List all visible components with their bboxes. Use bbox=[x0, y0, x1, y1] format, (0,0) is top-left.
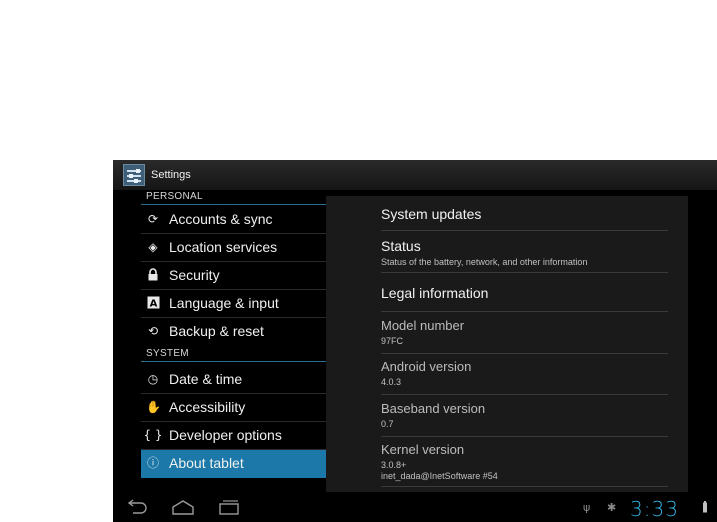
section-divider bbox=[141, 204, 326, 205]
about-item-legal-information[interactable]: Legal information bbox=[381, 285, 668, 301]
lock-icon bbox=[146, 268, 160, 282]
sidebar-item-label: Developer options bbox=[169, 427, 282, 443]
item-subtitle: Status of the battery, network, and othe… bbox=[381, 257, 588, 267]
section-personal: PERSONAL bbox=[146, 191, 203, 202]
section-divider bbox=[141, 361, 326, 362]
item-value: 4.0.3 bbox=[381, 377, 402, 387]
about-item-status[interactable]: Status Status of the battery, network, a… bbox=[381, 238, 668, 268]
recent-apps-icon[interactable] bbox=[218, 499, 240, 515]
back-icon[interactable] bbox=[125, 499, 149, 515]
item-value-line2: inet_dada@InetSoftware #54 bbox=[381, 471, 498, 481]
clock[interactable]: 3:33 bbox=[630, 497, 679, 521]
sidebar-item-label: Language & input bbox=[169, 295, 279, 311]
divider bbox=[381, 394, 668, 395]
divider bbox=[381, 272, 668, 273]
sidebar-item-label: Backup & reset bbox=[169, 323, 264, 339]
about-tablet-panel: System updates Status Status of the batt… bbox=[326, 196, 688, 492]
battery-icon bbox=[703, 501, 707, 513]
sidebar-item-backup-reset[interactable]: ⟲ Backup & reset bbox=[141, 318, 326, 346]
info-icon: ⓘ bbox=[146, 456, 159, 470]
sidebar-item-label: Security bbox=[169, 267, 220, 283]
sidebar-item-accessibility[interactable]: ✋ Accessibility bbox=[141, 394, 326, 422]
about-item-android-version: Android version 4.0.3 bbox=[381, 359, 668, 388]
usb-icon: ψ bbox=[583, 501, 591, 514]
item-value: 0.7 bbox=[381, 419, 394, 429]
item-title: System updates bbox=[381, 206, 482, 222]
sidebar-item-language-input[interactable]: A Language & input bbox=[141, 290, 326, 318]
about-item-kernel-version: Kernel version 3.0.8+ inet_dada@InetSoft… bbox=[381, 442, 668, 482]
sidebar-item-label: About tablet bbox=[169, 455, 244, 471]
location-icon: ◈ bbox=[148, 240, 158, 254]
section-system: SYSTEM bbox=[146, 348, 189, 359]
keyboard-icon: A bbox=[146, 296, 160, 310]
item-title: Model number bbox=[381, 318, 465, 333]
app-title: Settings bbox=[151, 169, 191, 181]
item-title: Legal information bbox=[381, 285, 489, 301]
sidebar-item-about-tablet[interactable]: ⓘ About tablet bbox=[141, 450, 326, 478]
tablet-screen: Settings PERSONAL ⟳ Accounts & sync ◈ Lo… bbox=[113, 160, 717, 522]
system-bar: ψ ✱ 3:33 bbox=[113, 492, 717, 522]
hand-icon: ✋ bbox=[146, 400, 161, 414]
sidebar-item-location-services[interactable]: ◈ Location services bbox=[141, 234, 326, 262]
about-item-model-number: Model number 97FC bbox=[381, 318, 668, 347]
item-value: 3.0.8+ bbox=[381, 460, 407, 470]
home-icon[interactable] bbox=[171, 499, 195, 515]
action-bar: Settings bbox=[113, 160, 717, 190]
sidebar-item-accounts-sync[interactable]: ⟳ Accounts & sync bbox=[141, 206, 326, 234]
item-title: Kernel version bbox=[381, 442, 465, 457]
about-item-baseband-version: Baseband version 0.7 bbox=[381, 401, 668, 430]
sidebar-item-date-time[interactable]: ◷ Date & time bbox=[141, 366, 326, 394]
item-title: Baseband version bbox=[381, 401, 486, 416]
sidebar-item-security[interactable]: Security bbox=[141, 262, 326, 290]
settings-sidebar: PERSONAL ⟳ Accounts & sync ◈ Location se… bbox=[113, 190, 326, 492]
item-title: Status bbox=[381, 238, 421, 254]
sidebar-item-label: Accessibility bbox=[169, 399, 246, 415]
sidebar-item-label: Accounts & sync bbox=[169, 211, 273, 227]
divider bbox=[381, 311, 668, 312]
divider bbox=[381, 353, 668, 354]
android-debug-icon: ✱ bbox=[607, 501, 617, 514]
backup-icon: ⟲ bbox=[147, 324, 159, 338]
sync-icon: ⟳ bbox=[147, 212, 159, 226]
sidebar-item-label: Date & time bbox=[169, 371, 243, 387]
item-title: Android version bbox=[381, 359, 472, 374]
braces-icon: { } bbox=[143, 428, 163, 442]
svg-text:A: A bbox=[149, 299, 157, 310]
sidebar-item-developer-options[interactable]: { } Developer options bbox=[141, 422, 326, 450]
clock-icon: ◷ bbox=[147, 372, 159, 386]
about-item-system-updates[interactable]: System updates bbox=[381, 206, 668, 222]
divider bbox=[381, 436, 668, 437]
divider bbox=[381, 486, 668, 487]
sidebar-item-label: Location services bbox=[169, 239, 278, 255]
settings-icon[interactable] bbox=[123, 164, 145, 186]
item-value: 97FC bbox=[381, 336, 404, 346]
divider bbox=[381, 230, 668, 231]
